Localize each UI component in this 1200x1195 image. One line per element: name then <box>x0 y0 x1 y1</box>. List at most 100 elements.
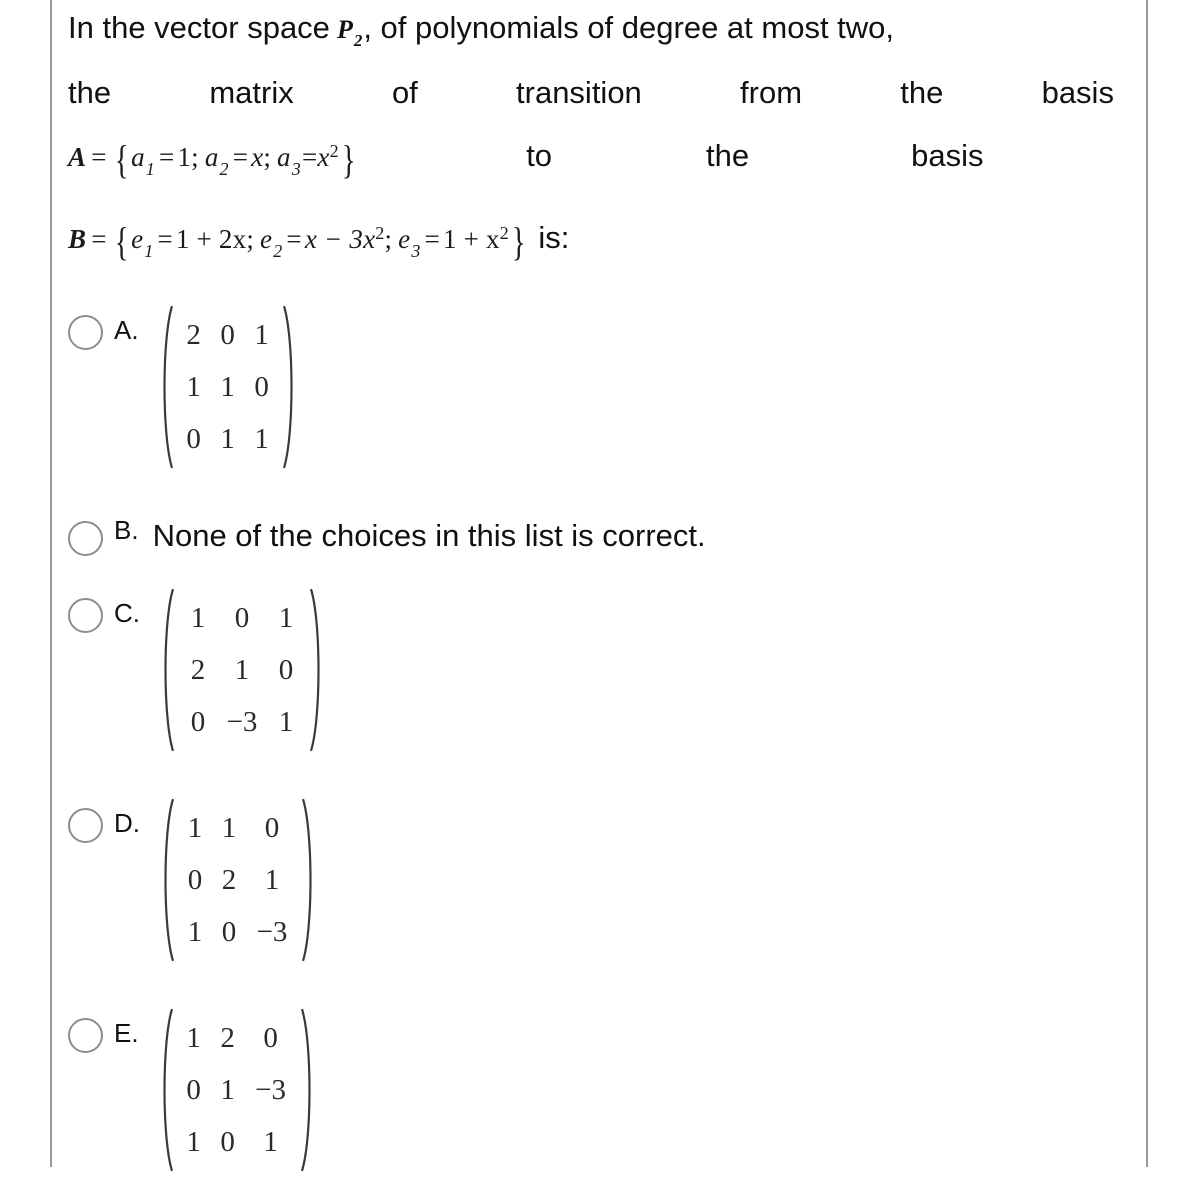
choice-letter-d: D. <box>114 808 140 838</box>
matrix-cell: 1 <box>234 653 250 686</box>
basis-a-term-1-value: 1 <box>177 142 192 172</box>
stem-line-1-before-math: In the vector space <box>68 10 330 45</box>
basis-b-term-1-sub: 1 <box>144 241 154 261</box>
stem-word-of: of <box>391 75 418 110</box>
matrix-cell: 1 <box>264 863 280 896</box>
matrix-cell: 0 <box>234 601 250 634</box>
radio-button-e[interactable] <box>68 1018 103 1053</box>
matrix-cell: 2 <box>190 653 206 686</box>
basis-b-equals: = <box>91 224 107 254</box>
matrix-cell: 0 <box>220 318 235 351</box>
matrix-cell: 1 <box>263 1125 278 1158</box>
matrix-cell: 1 <box>190 601 206 634</box>
stem-word-the-1: the <box>68 75 112 110</box>
choice-option-d[interactable]: D. 1 1 0 0 2 1 1 0 −3 <box>68 798 1128 972</box>
basis-b-term-2-eq: = <box>286 224 302 254</box>
basis-a-term-2-var: a <box>204 142 219 172</box>
choice-letter-b: B. <box>114 515 139 545</box>
choice-b-text: None of the choices in this list is corr… <box>152 518 706 553</box>
basis-a-term-1-sep: ; <box>191 142 199 172</box>
stem-word-basis-1: basis <box>1041 75 1114 110</box>
matrix-left-paren <box>156 586 176 754</box>
matrix-cell: 2 <box>186 318 201 351</box>
vector-space-subscript: 2 <box>353 31 363 50</box>
matrix-cell: 1 <box>254 422 269 455</box>
stem-line-1: In the vector space P2 , of polynomials … <box>68 2 1114 67</box>
matrix-cells: 1 1 0 0 2 1 1 0 −3 <box>176 796 300 964</box>
choice-letter-c: C. <box>114 598 140 628</box>
question-content: In the vector space P2 , of polynomials … <box>68 0 1128 1182</box>
basis-a-open-brace: { <box>114 137 129 182</box>
basis-b-term-3-value: 1 + x <box>442 224 500 254</box>
matrix-cell: 1 <box>187 811 203 844</box>
matrix-cells: 1 2 0 0 1 −3 1 0 1 <box>175 1006 299 1174</box>
matrix-cell: 1 <box>278 705 294 738</box>
basis-a-row: A ={a1 = 1; a2 = x; a3=x2} to the basis <box>68 125 1114 195</box>
basis-b-open-brace: { <box>114 219 129 264</box>
matrix-cell: −3 <box>256 915 288 948</box>
matrix-right-paren <box>281 303 301 471</box>
choice-c-matrix: 1 0 1 2 1 0 0 −3 1 <box>156 586 328 754</box>
matrix-cell: 1 <box>220 422 235 455</box>
matrix-cell: 0 <box>186 422 201 455</box>
stem-word-from: from <box>740 75 803 110</box>
basis-b-close-brace: } <box>511 219 526 264</box>
matrix-cell: 0 <box>278 653 294 686</box>
basis-a-name: A <box>68 142 87 172</box>
choice-option-a[interactable]: A. 2 0 1 1 1 0 0 1 1 <box>68 305 1128 479</box>
choice-option-b[interactable]: B. None of the choices in this list is c… <box>68 515 1128 556</box>
basis-b-term-3-sup: 2 <box>499 223 509 243</box>
matrix-cell: −3 <box>255 1073 286 1106</box>
matrix-cell: 1 <box>186 370 201 403</box>
stem-word-basis-2: basis <box>911 138 984 173</box>
basis-b-term-1-eq: = <box>157 224 173 254</box>
stem-word-the-2: the <box>900 75 944 110</box>
matrix-cell: 0 <box>190 705 206 738</box>
basis-b-equation: B ={e1 = 1 + 2x; e2 = x − 3x2; e3 = 1 + x2} <box>68 207 528 277</box>
stem-word-transition: transition <box>516 75 642 110</box>
matrix-cell: 2 <box>220 1021 235 1054</box>
basis-b-row: B ={e1 = 1 + 2x; e2 = x − 3x2; e3 = 1 + x2} is: <box>68 207 1114 277</box>
basis-b-term-2-var: e <box>260 224 273 254</box>
basis-a-term-1-var: a <box>131 142 145 172</box>
basis-b-term-2-sep: ; <box>384 224 393 254</box>
radio-button-b[interactable] <box>68 521 103 556</box>
radio-button-c[interactable] <box>68 598 103 633</box>
basis-b-term-2-sub: 2 <box>273 241 283 261</box>
matrix-right-paren <box>300 796 320 964</box>
matrix-cell: 1 <box>278 601 294 634</box>
matrix-left-paren <box>155 303 175 471</box>
basis-a-term-2-sub: 2 <box>219 159 229 179</box>
basis-a-equals: = <box>91 142 107 172</box>
choice-a-matrix: 2 0 1 1 1 0 0 1 1 <box>155 303 301 471</box>
matrix-left-paren <box>155 1006 175 1174</box>
radio-button-d[interactable] <box>68 808 103 843</box>
basis-a-term-2-eq: = <box>232 142 249 172</box>
matrix-left-paren <box>156 796 176 964</box>
choice-option-c[interactable]: C. 1 0 1 2 1 0 0 −3 1 <box>68 588 1128 762</box>
basis-a-term-1-sub: 1 <box>145 159 155 179</box>
basis-b-name: B <box>68 224 87 254</box>
choice-e-matrix: 1 2 0 0 1 −3 1 0 1 <box>155 1006 319 1174</box>
stem-word-the-3: the <box>706 138 750 173</box>
question-stem: In the vector space P2 , of polynomials … <box>68 2 1128 277</box>
matrix-cell: 0 <box>264 811 280 844</box>
basis-a-term-1-eq: = <box>158 142 175 172</box>
basis-b-term-3-eq: = <box>424 224 440 254</box>
basis-a-term-2-sep: ; <box>263 142 272 172</box>
radio-button-a[interactable] <box>68 315 103 350</box>
matrix-cell: −3 <box>226 705 258 738</box>
matrix-cell: 1 <box>221 811 237 844</box>
basis-a-term-3-eq: = <box>301 142 318 172</box>
choice-list: A. 2 0 1 1 1 0 0 1 1 B. None of the choi… <box>68 305 1128 1182</box>
stem-line-1-after-math: , of polynomials of degree at most two, <box>363 10 895 45</box>
matrix-cell: 2 <box>221 863 237 896</box>
basis-b-term-3-sub: 3 <box>411 241 421 261</box>
choice-option-e[interactable]: E. 1 2 0 0 1 −3 1 0 1 <box>68 1008 1128 1182</box>
basis-b-term-1-sep: ; <box>246 224 255 254</box>
basis-b-term-2-value: x − 3x <box>304 224 376 254</box>
choice-d-matrix: 1 1 0 0 2 1 1 0 −3 <box>156 796 320 964</box>
basis-a-term-2-value: x <box>251 142 264 172</box>
matrix-cell: 0 <box>221 915 237 948</box>
matrix-cell: 0 <box>254 370 269 403</box>
